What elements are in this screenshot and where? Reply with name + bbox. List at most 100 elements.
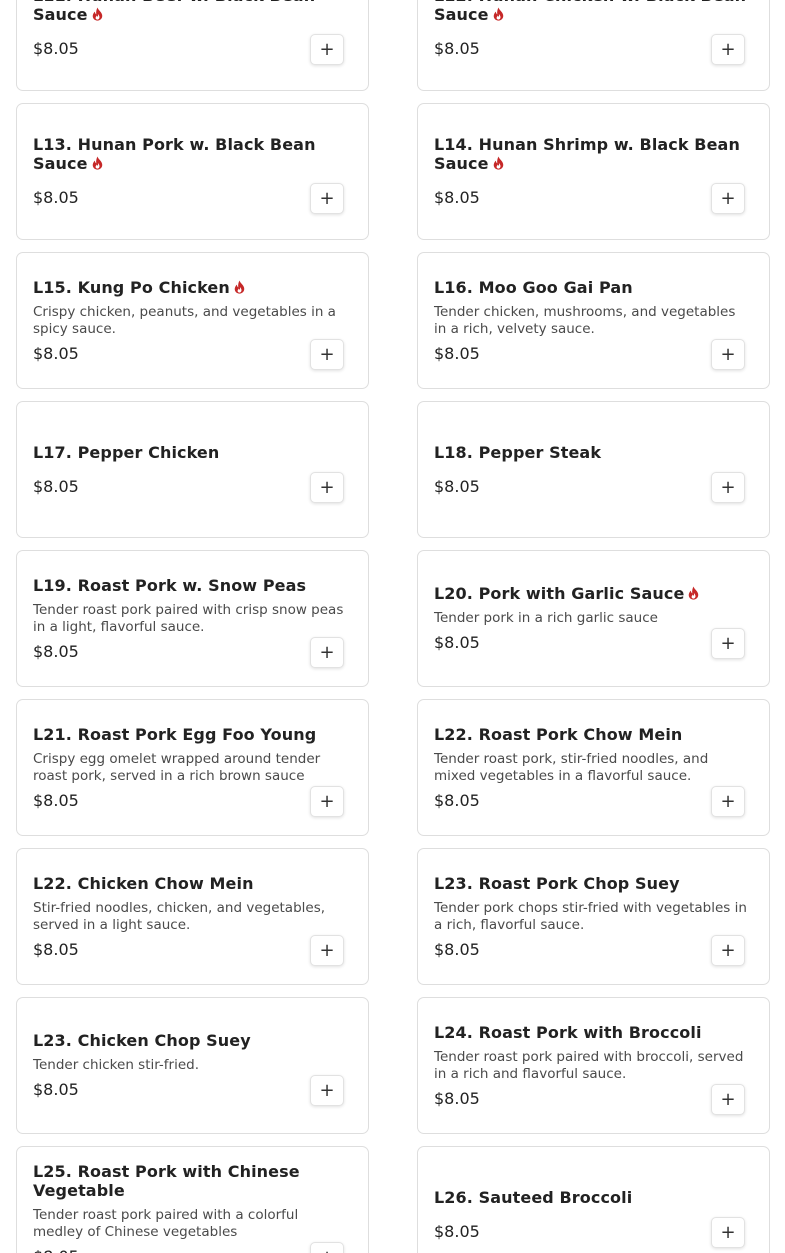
- menu-item-description: Tender roast pork paired with broccoli, …: [434, 1048, 744, 1082]
- menu-item-description: Crispy chicken, peanuts, and vegetables …: [33, 303, 336, 337]
- spicy-flame-icon: [689, 586, 699, 600]
- spicy-flame-icon: [92, 7, 102, 21]
- menu-item-content: L15. Kung Po Chicken Crispy chicken, pean…: [33, 253, 350, 388]
- menu-item-card[interactable]: L21. Roast Pork Egg Foo Young Crispy egg …: [16, 699, 369, 836]
- menu-item-title-text: L20. Pork with Garlic Sauce: [434, 584, 685, 603]
- menu-item-price: $8.05: [434, 790, 480, 810]
- menu-item-title: L21. Roast Pork Egg Foo Young: [33, 725, 350, 744]
- menu-item-card[interactable]: L16. Moo Goo Gai Pan Tender chicken, mush…: [417, 252, 770, 389]
- menu-item-price: $8.05: [33, 1247, 350, 1253]
- menu-item-title: L25. Roast Pork with Chinese Vegetable: [33, 1162, 350, 1200]
- add-to-cart-button[interactable]: +: [310, 34, 344, 65]
- menu-item-price: $8.05: [434, 188, 480, 207]
- add-to-cart-button[interactable]: +: [310, 183, 344, 214]
- add-to-cart-button[interactable]: +: [711, 34, 745, 65]
- menu-item-content: L20. Pork with Garlic Sauce Tender pork i…: [434, 551, 751, 686]
- menu-item-title-text: L22. Chicken Chow Mein: [33, 873, 254, 893]
- add-to-cart-button[interactable]: +: [711, 472, 745, 503]
- menu-item-content: L23. Chicken Chop Suey Tender chicken sti…: [33, 998, 350, 1133]
- add-to-cart-button[interactable]: +: [310, 935, 344, 966]
- menu-item-title: L14. Hunan Shrimp w. Black Bean Sauce: [434, 135, 751, 173]
- menu-item-price: $8.05: [33, 1080, 79, 1099]
- menu-item-content: L23. Roast Pork Chop Suey Tender pork cho…: [434, 849, 751, 984]
- menu-item-title: L23. Roast Pork Chop Suey: [434, 874, 751, 893]
- spicy-flame-icon: [493, 7, 503, 21]
- spicy-flame-icon: [493, 156, 503, 170]
- add-to-cart-button[interactable]: +: [711, 1084, 745, 1115]
- spicy-flame-icon: [234, 280, 245, 294]
- menu-item-price: $8.05: [434, 1088, 480, 1108]
- menu-item-card[interactable]: L23. Chicken Chop Suey Tender chicken sti…: [16, 997, 369, 1134]
- add-to-cart-button[interactable]: +: [711, 628, 745, 659]
- menu-item-price: $8.05: [434, 1221, 480, 1241]
- menu-item-content: L22. Roast Pork Chow Mein Tender roast po…: [434, 700, 751, 835]
- menu-item-card[interactable]: L22. Roast Pork Chow Mein Tender roast po…: [417, 699, 770, 836]
- menu-item-description: Crispy egg omelet wrapped around tender …: [33, 750, 321, 784]
- add-to-cart-button[interactable]: +: [310, 786, 344, 817]
- add-to-cart-button[interactable]: +: [711, 935, 745, 966]
- menu-item-title-text: L25. Roast Pork with Chinese Vegetable: [33, 1162, 300, 1200]
- menu-item-card[interactable]: L23. Roast Pork Chop Suey Tender pork cho…: [417, 848, 770, 985]
- menu-item-title-text: L18. Pepper Steak: [434, 442, 602, 462]
- menu-item-price: $8.05: [434, 476, 480, 496]
- menu-item-content: L18. Pepper Steak $8.05: [434, 402, 751, 537]
- menu-item-title-text: L16. Moo Goo Gai Pan: [434, 277, 633, 297]
- add-to-cart-button[interactable]: +: [711, 183, 745, 214]
- menu-item-title: L12. Hunan Chicken w. Black Bean Sauce: [434, 0, 751, 24]
- menu-item-price: $8.05: [33, 343, 79, 363]
- add-to-cart-button[interactable]: +: [711, 339, 745, 370]
- menu-item-title-text: L23. Roast Pork Chop Suey: [434, 873, 680, 893]
- menu-item-content: L11. Hunan Beef w. Black Bean Sauce $8.05: [33, 0, 350, 90]
- menu-item-title: L17. Pepper Chicken: [33, 443, 350, 462]
- menu-item-card[interactable]: L15. Kung Po Chicken Crispy chicken, pean…: [16, 252, 369, 389]
- menu-item-title: L15. Kung Po Chicken: [33, 278, 350, 297]
- menu-item-content: L16. Moo Goo Gai Pan Tender chicken, mush…: [434, 253, 751, 388]
- menu-item-title-text: L23. Chicken Chop Suey: [33, 1031, 251, 1050]
- menu-item-card[interactable]: L22. Chicken Chow Mein Stir-fried noodles…: [16, 848, 369, 985]
- add-to-cart-button[interactable]: +: [310, 339, 344, 370]
- menu-item-price: $8.05: [33, 939, 79, 959]
- add-to-cart-button[interactable]: +: [310, 1075, 344, 1106]
- menu-item-title-text: L14. Hunan Shrimp w. Black Bean Sauce: [434, 135, 740, 173]
- menu-item-title: L11. Hunan Beef w. Black Bean Sauce: [33, 0, 350, 24]
- menu-item-card[interactable]: L13. Hunan Pork w. Black Bean Sauce $8.05…: [16, 103, 369, 240]
- add-to-cart-button[interactable]: +: [711, 786, 745, 817]
- menu-item-title: L24. Roast Pork with Broccoli: [434, 1023, 751, 1042]
- spicy-flame-icon: [92, 156, 102, 170]
- menu-item-description: Stir-fried noodles, chicken, and vegetab…: [33, 899, 326, 933]
- menu-item-content: L12. Hunan Chicken w. Black Bean Sauce $8…: [434, 0, 751, 90]
- menu-item-price: $8.05: [33, 39, 79, 58]
- menu-item-title-text: L13. Hunan Pork w. Black Bean Sauce: [33, 135, 316, 173]
- menu-item-description: Tender pork chops stir-fried with vegeta…: [434, 899, 747, 933]
- menu-item-title: L26. Sauteed Broccoli: [434, 1188, 751, 1207]
- menu-item-description: Tender roast pork paired with a colorful…: [33, 1207, 299, 1240]
- menu-item-title: L22. Chicken Chow Mein: [33, 874, 350, 893]
- menu-item-card[interactable]: L25. Roast Pork with Chinese Vegetable Te…: [16, 1146, 369, 1253]
- add-to-cart-button[interactable]: +: [711, 1217, 745, 1248]
- menu-item-card[interactable]: L20. Pork with Garlic Sauce Tender pork i…: [417, 550, 770, 687]
- menu-item-title-text: L19. Roast Pork w. Snow Peas: [33, 575, 307, 595]
- menu-item-price: $8.05: [434, 939, 480, 959]
- menu-item-card[interactable]: L24. Roast Pork with Broccoli Tender roas…: [417, 997, 770, 1134]
- menu-item-card[interactable]: L19. Roast Pork w. Snow Peas Tender roast…: [16, 550, 369, 687]
- add-to-cart-button[interactable]: +: [310, 472, 344, 503]
- menu-item-content: L13. Hunan Pork w. Black Bean Sauce $8.05: [33, 104, 350, 239]
- menu-item-card[interactable]: L11. Hunan Beef w. Black Bean Sauce $8.05…: [16, 0, 369, 91]
- menu-item-title-text: L15. Kung Po Chicken: [33, 277, 230, 297]
- menu-item-title: L13. Hunan Pork w. Black Bean Sauce: [33, 135, 350, 173]
- menu-item-content: L26. Sauteed Broccoli $8.05: [434, 1147, 751, 1253]
- menu-item-card[interactable]: L26. Sauteed Broccoli $8.05 +: [417, 1146, 770, 1253]
- menu-item-description: Tender chicken stir-fried.: [33, 1057, 200, 1073]
- menu-item-content: L22. Chicken Chow Mein Stir-fried noodles…: [33, 849, 350, 984]
- menu-item-title: L16. Moo Goo Gai Pan: [434, 278, 751, 297]
- add-to-cart-button[interactable]: +: [310, 637, 344, 668]
- menu-item-card[interactable]: L12. Hunan Chicken w. Black Bean Sauce $8…: [417, 0, 770, 91]
- menu-item-price: $8.05: [33, 188, 79, 207]
- menu-item-card[interactable]: L18. Pepper Steak $8.05 +: [417, 401, 770, 538]
- menu-item-card[interactable]: L14. Hunan Shrimp w. Black Bean Sauce $8.…: [417, 103, 770, 240]
- add-to-cart-button[interactable]: +: [310, 1242, 344, 1253]
- menu-item-title-text: L12. Hunan Chicken w. Black Bean Sauce: [434, 0, 746, 24]
- menu-item-title: L18. Pepper Steak: [434, 443, 751, 462]
- menu-item-content: L17. Pepper Chicken $8.05: [33, 402, 350, 537]
- menu-item-card[interactable]: L17. Pepper Chicken $8.05 +: [16, 401, 369, 538]
